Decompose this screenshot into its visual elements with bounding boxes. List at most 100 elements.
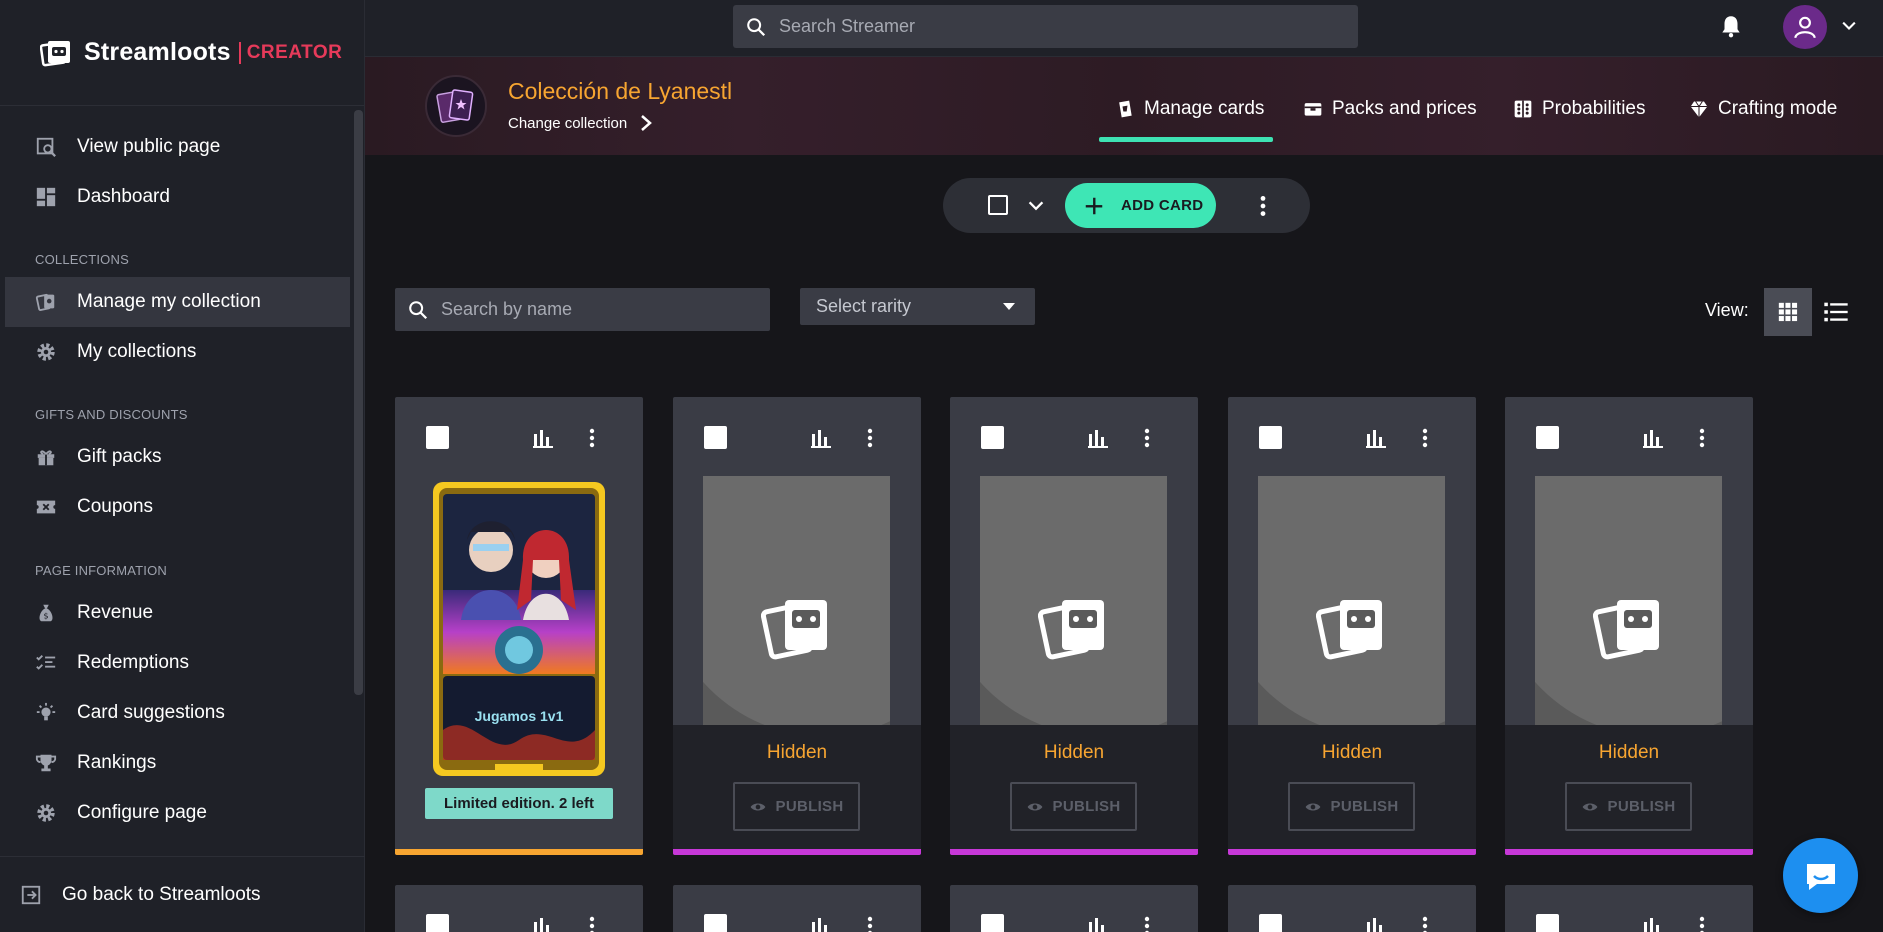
card-placeholder-art (703, 476, 890, 725)
bar-chart-icon[interactable] (809, 914, 833, 932)
card-item[interactable] (673, 885, 921, 932)
bar-chart-icon[interactable] (1364, 426, 1388, 450)
bar-chart-icon[interactable] (531, 914, 555, 932)
sidebar-item-coupons[interactable]: Coupons (5, 482, 350, 532)
card-checkbox[interactable] (1259, 914, 1282, 932)
card-checkbox[interactable] (981, 914, 1004, 932)
rarity-select[interactable]: Select rarity (800, 288, 1035, 325)
more-vertical-icon[interactable] (1413, 913, 1437, 932)
tab-crafting-mode[interactable]: Crafting mode (1689, 87, 1837, 131)
card-item[interactable] (395, 885, 643, 932)
avatar[interactable] (1783, 5, 1827, 49)
brand-logo[interactable]: Streamloots CREATOR (0, 0, 364, 106)
sidebar-item-my-collections[interactable]: My collections (5, 327, 350, 377)
sidebar-item-gift-packs[interactable]: Gift packs (5, 432, 350, 482)
tab-packs-and-prices[interactable]: Packs and prices (1303, 87, 1477, 131)
bar-chart-icon[interactable] (1086, 426, 1110, 450)
publish-button[interactable]: PUBLISH (1565, 782, 1692, 831)
sidebar-item-label: Configure page (77, 802, 207, 823)
card-item[interactable]: Hidden PUBLISH (1505, 397, 1753, 855)
publish-button[interactable]: PUBLISH (1010, 782, 1137, 831)
more-vertical-icon[interactable] (580, 425, 604, 451)
rarity-bar (1228, 849, 1476, 855)
gear-icon (35, 341, 57, 363)
sidebar-item-manage-my-collection[interactable]: Manage my collection (5, 277, 350, 327)
card-item[interactable] (1228, 885, 1476, 932)
card-item[interactable]: Jugamos 1v1 Limited edition. 2 left (395, 397, 643, 855)
card-item[interactable] (1505, 885, 1753, 932)
sidebar-item-view-public-page[interactable]: View public page (5, 122, 350, 172)
card-checkbox[interactable] (426, 914, 449, 932)
sidebar-item-card-suggestions[interactable]: Card suggestions (5, 688, 350, 738)
more-vertical-icon[interactable] (1135, 913, 1159, 932)
card-checkbox[interactable] (704, 426, 727, 449)
streamloots-logo-icon (1593, 600, 1659, 660)
diamond-icon (1690, 101, 1708, 118)
publish-button[interactable]: PUBLISH (1288, 782, 1415, 831)
sidebar-item-label: Dashboard (77, 186, 170, 207)
more-vertical-icon[interactable] (858, 913, 882, 932)
tab-label: Probabilities (1542, 98, 1646, 119)
sidebar-item-dashboard[interactable]: Dashboard (5, 172, 350, 222)
sidebar-item-rankings[interactable]: Rankings (5, 738, 350, 788)
sidebar-item-revenue[interactable]: $ Revenue (5, 588, 350, 638)
tab-probabilities[interactable]: Probabilities (1513, 87, 1646, 131)
sidebar-item-label: Coupons (77, 496, 154, 517)
gear-icon (35, 802, 57, 824)
tab-label: Manage cards (1144, 98, 1265, 119)
add-card-button[interactable]: ADD CARD (1065, 183, 1216, 228)
go-back-link[interactable]: Go back to Streamloots (0, 856, 365, 932)
card-item[interactable]: Hidden PUBLISH (950, 397, 1198, 855)
bell-icon[interactable] (1718, 13, 1744, 39)
chevron-down-icon[interactable] (1025, 195, 1047, 217)
publish-button[interactable]: PUBLISH (733, 782, 860, 831)
more-vertical-icon[interactable] (1690, 425, 1714, 451)
change-collection-link[interactable]: Change collection (508, 114, 653, 132)
eye-icon (750, 803, 765, 810)
bar-chart-icon[interactable] (1086, 914, 1110, 932)
select-all-checkbox[interactable] (988, 195, 1008, 215)
card-checkbox[interactable] (704, 914, 727, 932)
chat-bubble-icon (1806, 863, 1835, 890)
sidebar-item-redemptions[interactable]: Redemptions (5, 638, 350, 688)
sidebar-item-label: Card suggestions (77, 702, 225, 723)
card-checkbox[interactable] (1259, 426, 1282, 449)
eye-icon (1305, 803, 1320, 810)
bar-chart-icon[interactable] (1641, 426, 1665, 450)
sidebar-item-label: Redemptions (77, 652, 189, 673)
brand-creator-label: CREATOR (246, 41, 343, 63)
tab-manage-cards[interactable]: Manage cards (1115, 87, 1264, 131)
card-checkbox[interactable] (426, 426, 449, 449)
more-vertical-icon[interactable] (1413, 425, 1437, 451)
card-item[interactable] (950, 885, 1198, 932)
grid-view-button[interactable] (1764, 288, 1812, 336)
more-vertical-icon[interactable] (580, 913, 604, 932)
rarity-bar (1505, 849, 1753, 855)
chat-button[interactable] (1783, 838, 1858, 913)
bar-chart-icon[interactable] (531, 426, 555, 450)
cards-icon (35, 291, 57, 313)
sidebar-item-label: Manage my collection (77, 291, 261, 312)
card-checkbox[interactable] (1536, 914, 1559, 932)
card-item[interactable]: Hidden PUBLISH (673, 397, 921, 855)
top-bar (365, 0, 1883, 57)
card-search-input[interactable] (441, 299, 761, 320)
streamer-search-input[interactable] (779, 16, 1339, 37)
grid-icon (1778, 302, 1798, 322)
more-vertical-icon[interactable] (1250, 193, 1276, 219)
more-vertical-icon[interactable] (1135, 425, 1159, 451)
bar-chart-icon[interactable] (809, 426, 833, 450)
card-item[interactable]: Hidden PUBLISH (1228, 397, 1476, 855)
brand-name: Streamloots (84, 38, 231, 66)
card-checkbox[interactable] (1536, 426, 1559, 449)
bar-chart-icon[interactable] (1364, 914, 1388, 932)
list-view-icon[interactable] (1822, 298, 1850, 326)
chevron-down-icon[interactable] (1839, 16, 1859, 36)
more-vertical-icon[interactable] (858, 425, 882, 451)
user-icon (1794, 16, 1816, 39)
bar-chart-icon[interactable] (1641, 914, 1665, 932)
sidebar-item-configure-page[interactable]: Configure page (5, 788, 350, 838)
more-vertical-icon[interactable] (1690, 913, 1714, 932)
card-checkbox[interactable] (981, 426, 1004, 449)
section-label-collections: COLLECTIONS (35, 252, 129, 267)
